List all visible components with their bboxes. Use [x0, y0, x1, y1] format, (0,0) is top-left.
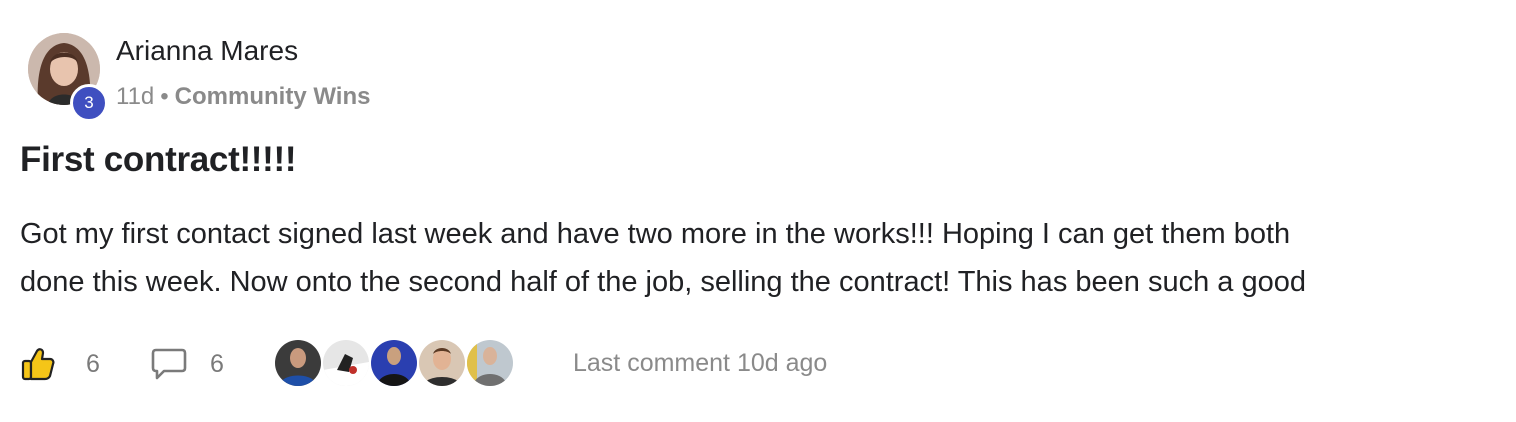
thumbs-up-icon — [21, 348, 55, 381]
commenter-avatar-5[interactable] — [465, 338, 515, 388]
commenter-avatar-2[interactable] — [321, 338, 371, 388]
meta-separator: • — [160, 83, 169, 110]
commenter-photo-icon — [275, 340, 321, 386]
comment-count: 6 — [210, 349, 224, 378]
like-button[interactable]: 6 — [20, 344, 100, 384]
post-body[interactable]: Got my first contact signed last week an… — [20, 210, 1460, 306]
commenter-avatar-3[interactable] — [369, 338, 419, 388]
level-badge: 3 — [70, 84, 108, 122]
commenter-avatar-1[interactable] — [273, 338, 323, 388]
like-count: 6 — [86, 349, 100, 378]
commenter-avatars — [273, 338, 515, 390]
commenter-photo-icon — [467, 340, 513, 386]
post-meta: 11d • Community Wins — [116, 83, 370, 111]
post-category[interactable]: Community Wins — [175, 83, 371, 110]
last-comment-time: Last comment 10d ago — [573, 349, 828, 377]
post-title[interactable]: First contract!!!!! — [20, 140, 297, 180]
commenter-photo-icon — [323, 340, 369, 386]
author-name[interactable]: Arianna Mares — [116, 35, 298, 67]
comment-bubble-icon — [151, 348, 187, 380]
commenter-avatar-4[interactable] — [417, 338, 467, 388]
post-footer: 6 6 Last comment 10d ago — [20, 336, 1020, 392]
post-body-line: done this week. Now onto the second half… — [20, 266, 1306, 298]
post-time: 11d — [116, 83, 155, 110]
post-body-line: Got my first contact signed last week an… — [20, 218, 1291, 250]
commenter-photo-icon — [419, 340, 465, 386]
post-card: 3 Arianna Mares 11d • Community Wins First… — [0, 0, 1516, 422]
author-avatar-wrap[interactable]: 3 — [28, 33, 110, 123]
comment-button[interactable]: 6 — [150, 344, 224, 384]
post-header: 3 Arianna Mares 11d • Community Wins — [28, 33, 628, 123]
commenter-photo-icon — [371, 340, 417, 386]
